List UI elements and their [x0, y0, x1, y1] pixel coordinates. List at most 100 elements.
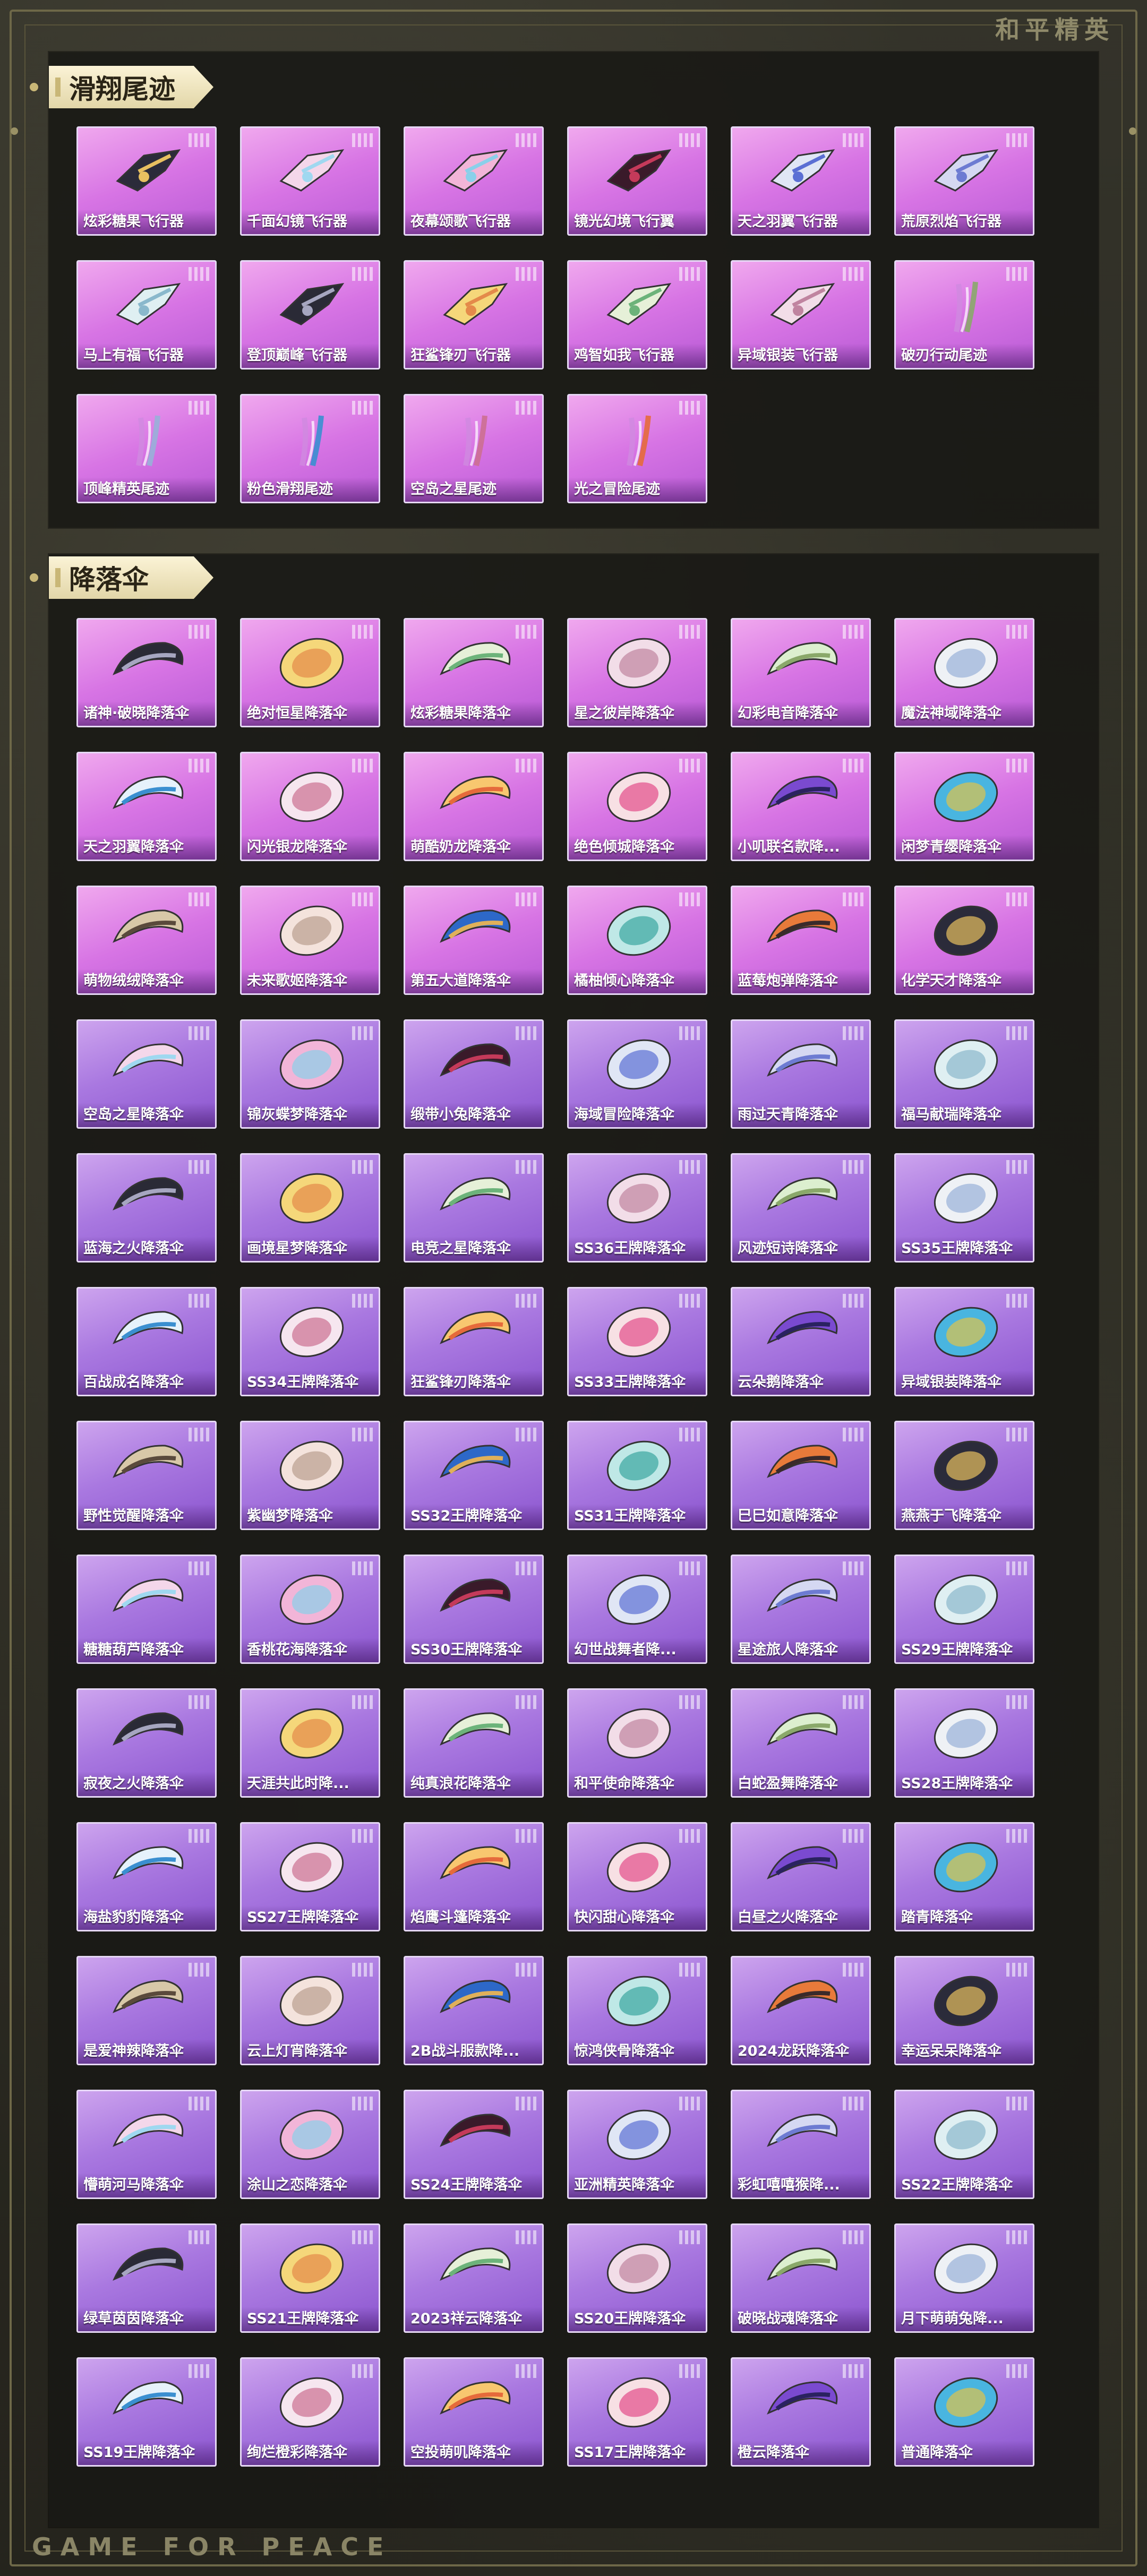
- parachute-item-card[interactable]: 风迹短诗降落伞: [731, 1153, 871, 1263]
- parachute-item-card[interactable]: 百战成名降落伞: [76, 1287, 217, 1396]
- glider-item-card[interactable]: 炫彩糖果飞行器: [76, 126, 217, 236]
- parachute-item-card[interactable]: 纯真浪花降落伞: [404, 1688, 544, 1798]
- glider-item-card[interactable]: 粉色滑翔尾迹: [240, 394, 380, 503]
- parachute-item-card[interactable]: 惊鸿侠骨降落伞: [567, 1956, 707, 2065]
- glider-item-card[interactable]: 异域银装飞行器: [731, 260, 871, 370]
- parachute-item-card[interactable]: SS29王牌降落伞: [894, 1555, 1034, 1664]
- glider-item-card[interactable]: 空岛之星尾迹: [404, 394, 544, 503]
- parachute-item-card[interactable]: 异域银装降落伞: [894, 1287, 1034, 1396]
- parachute-item-card[interactable]: 第五大道降落伞: [404, 886, 544, 995]
- parachute-item-card[interactable]: SS22王牌降落伞: [894, 2090, 1034, 2199]
- glider-item-card[interactable]: 镜光幻境飞行翼: [567, 126, 707, 236]
- parachute-item-card[interactable]: 破晓战魂降落伞: [731, 2223, 871, 2333]
- glider-item-card[interactable]: 夜幕颂歌飞行器: [404, 126, 544, 236]
- parachute-item-card[interactable]: 云上灯宵降落伞: [240, 1956, 380, 2065]
- parachute-item-card[interactable]: SS30王牌降落伞: [404, 1555, 544, 1664]
- parachute-item-card[interactable]: 野性觉醒降落伞: [76, 1421, 217, 1530]
- parachute-item-card[interactable]: 是爱神辣降落伞: [76, 1956, 217, 2065]
- parachute-item-card[interactable]: 2024龙跃降落伞: [731, 1956, 871, 2065]
- parachute-item-card[interactable]: SS24王牌降落伞: [404, 2090, 544, 2199]
- parachute-item-card[interactable]: 萌物绒绒降落伞: [76, 886, 217, 995]
- glider-item-card[interactable]: 天之羽翼飞行器: [731, 126, 871, 236]
- parachute-item-card[interactable]: 雨过天青降落伞: [731, 1019, 871, 1129]
- parachute-item-card[interactable]: 缎带小兔降落伞: [404, 1019, 544, 1129]
- parachute-item-card[interactable]: 幻彩电音降落伞: [731, 618, 871, 727]
- parachute-item-card[interactable]: 天涯共此时降...: [240, 1688, 380, 1798]
- parachute-item-card[interactable]: 空岛之星降落伞: [76, 1019, 217, 1129]
- parachute-item-card[interactable]: 海域冒险降落伞: [567, 1019, 707, 1129]
- parachute-item-card[interactable]: 绝色倾城降落伞: [567, 752, 707, 861]
- parachute-item-card[interactable]: 画境星梦降落伞: [240, 1153, 380, 1263]
- parachute-item-card[interactable]: 锦灰蝶梦降落伞: [240, 1019, 380, 1129]
- glider-item-card[interactable]: 鸡智如我飞行器: [567, 260, 707, 370]
- parachute-item-card[interactable]: 白蛇盈舞降落伞: [731, 1688, 871, 1798]
- parachute-item-card[interactable]: 幸运呆呆降落伞: [894, 1956, 1034, 2065]
- glider-item-card[interactable]: 狂鲨锋刃飞行器: [404, 260, 544, 370]
- parachute-item-card[interactable]: 燕燕于飞降落伞: [894, 1421, 1034, 1530]
- glider-item-card[interactable]: 光之冒险尾迹: [567, 394, 707, 503]
- glider-item-card[interactable]: 顶峰精英尾迹: [76, 394, 217, 503]
- glider-item-card[interactable]: 马上有福飞行器: [76, 260, 217, 370]
- parachute-item-card[interactable]: SS20王牌降落伞: [567, 2223, 707, 2333]
- glider-item-card[interactable]: 登顶巅峰飞行器: [240, 260, 380, 370]
- parachute-item-card[interactable]: 蓝海之火降落伞: [76, 1153, 217, 1263]
- parachute-item-card[interactable]: 化学天才降落伞: [894, 886, 1034, 995]
- parachute-item-card[interactable]: 星途旅人降落伞: [731, 1555, 871, 1664]
- parachute-item-card[interactable]: 彩虹嘻嘻猴降...: [731, 2090, 871, 2199]
- parachute-item-card[interactable]: 福马献瑞降落伞: [894, 1019, 1034, 1129]
- parachute-item-card[interactable]: 香桃花海降落伞: [240, 1555, 380, 1664]
- parachute-item-card[interactable]: SS35王牌降落伞: [894, 1153, 1034, 1263]
- parachute-item-card[interactable]: 寂夜之火降落伞: [76, 1688, 217, 1798]
- parachute-item-card[interactable]: SS19王牌降落伞: [76, 2357, 217, 2467]
- parachute-item-card[interactable]: 闪光银龙降落伞: [240, 752, 380, 861]
- parachute-item-card[interactable]: 云朵鹅降落伞: [731, 1287, 871, 1396]
- parachute-item-card[interactable]: SS33王牌降落伞: [567, 1287, 707, 1396]
- parachute-item-card[interactable]: 蓝莓炮弹降落伞: [731, 886, 871, 995]
- parachute-item-card[interactable]: 狂鲨锋刃降落伞: [404, 1287, 544, 1396]
- parachute-item-card[interactable]: 普通降落伞: [894, 2357, 1034, 2467]
- parachute-item-card[interactable]: 小叽联名款降...: [731, 752, 871, 861]
- parachute-item-card[interactable]: 快闪甜心降落伞: [567, 1822, 707, 1931]
- parachute-item-card[interactable]: 海盐豹豹降落伞: [76, 1822, 217, 1931]
- parachute-item-card[interactable]: SS34王牌降落伞: [240, 1287, 380, 1396]
- parachute-item-card[interactable]: 焰鹰斗篷降落伞: [404, 1822, 544, 1931]
- glider-item-card[interactable]: 破刃行动尾迹: [894, 260, 1034, 370]
- parachute-item-card[interactable]: 魔法神域降落伞: [894, 618, 1034, 727]
- parachute-item-card[interactable]: 电竞之星降落伞: [404, 1153, 544, 1263]
- parachute-item-card[interactable]: 空投萌叽降落伞: [404, 2357, 544, 2467]
- parachute-item-card[interactable]: SS31王牌降落伞: [567, 1421, 707, 1530]
- parachute-item-card[interactable]: 涂山之恋降落伞: [240, 2090, 380, 2199]
- parachute-item-card[interactable]: 巳巳如意降落伞: [731, 1421, 871, 1530]
- parachute-item-card[interactable]: 天之羽翼降落伞: [76, 752, 217, 861]
- parachute-item-card[interactable]: 紫幽梦降落伞: [240, 1421, 380, 1530]
- parachute-item-card[interactable]: SS36王牌降落伞: [567, 1153, 707, 1263]
- parachute-item-card[interactable]: 2023祥云降落伞: [404, 2223, 544, 2333]
- parachute-item-card[interactable]: 和平使命降落伞: [567, 1688, 707, 1798]
- parachute-item-card[interactable]: 绚烂橙彩降落伞: [240, 2357, 380, 2467]
- parachute-item-card[interactable]: 闲梦青缨降落伞: [894, 752, 1034, 861]
- parachute-item-card[interactable]: 幻世战舞者降...: [567, 1555, 707, 1664]
- parachute-item-card[interactable]: 踏青降落伞: [894, 1822, 1034, 1931]
- parachute-item-card[interactable]: 亚洲精英降落伞: [567, 2090, 707, 2199]
- parachute-item-card[interactable]: 橘柚倾心降落伞: [567, 886, 707, 995]
- glider-item-card[interactable]: 荒原烈焰飞行器: [894, 126, 1034, 236]
- parachute-item-card[interactable]: SS28王牌降落伞: [894, 1688, 1034, 1798]
- parachute-item-card[interactable]: 糖糖葫芦降落伞: [76, 1555, 217, 1664]
- parachute-item-card[interactable]: 绝对恒星降落伞: [240, 618, 380, 727]
- parachute-item-card[interactable]: 月下萌萌兔降...: [894, 2223, 1034, 2333]
- parachute-item-card[interactable]: 橙云降落伞: [731, 2357, 871, 2467]
- parachute-item-card[interactable]: SS21王牌降落伞: [240, 2223, 380, 2333]
- parachute-item-card[interactable]: 未来歌姬降落伞: [240, 886, 380, 995]
- parachute-item-card[interactable]: 炫彩糖果降落伞: [404, 618, 544, 727]
- parachute-item-card[interactable]: SS32王牌降落伞: [404, 1421, 544, 1530]
- parachute-item-card[interactable]: SS17王牌降落伞: [567, 2357, 707, 2467]
- glider-item-card[interactable]: 千面幻镜飞行器: [240, 126, 380, 236]
- parachute-item-card[interactable]: 2B战斗服款降...: [404, 1956, 544, 2065]
- parachute-item-card[interactable]: 萌酷奶龙降落伞: [404, 752, 544, 861]
- parachute-item-card[interactable]: 星之彼岸降落伞: [567, 618, 707, 727]
- parachute-item-card[interactable]: 诸神·破晓降落伞: [76, 618, 217, 727]
- parachute-item-card[interactable]: 绿草茵茵降落伞: [76, 2223, 217, 2333]
- parachute-item-card[interactable]: 白昼之火降落伞: [731, 1822, 871, 1931]
- parachute-item-card[interactable]: 懵萌河马降落伞: [76, 2090, 217, 2199]
- parachute-item-card[interactable]: SS27王牌降落伞: [240, 1822, 380, 1931]
